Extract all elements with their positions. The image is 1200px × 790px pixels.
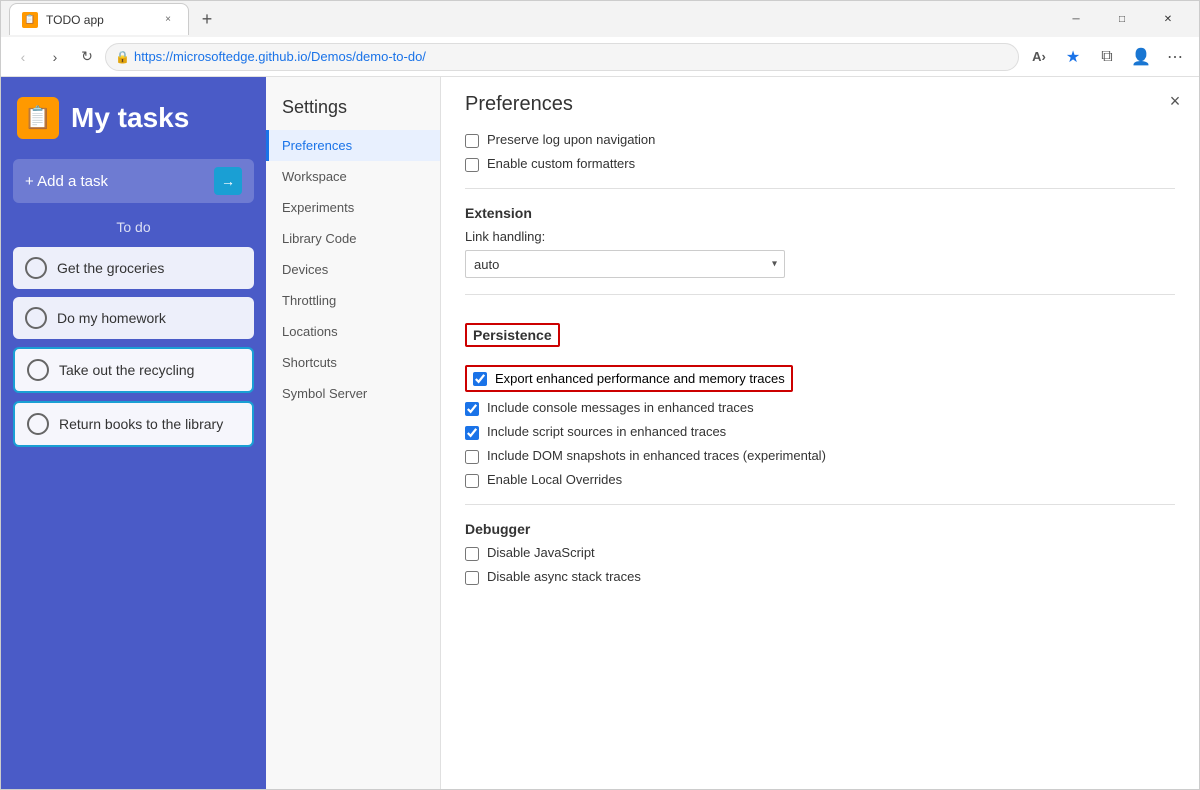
todo-app-icon: 📋 [17, 97, 59, 139]
export-traces-text: Export enhanced performance and memory t… [495, 371, 785, 386]
browser-tab[interactable]: 📋 TODO app × [9, 3, 189, 35]
preserve-log-checkbox[interactable] [465, 134, 479, 148]
settings-sidebar: Settings Preferences Workspace Experimen… [266, 77, 441, 789]
divider-1 [465, 188, 1175, 189]
settings-nav-library-code[interactable]: Library Code [266, 223, 440, 254]
tab-close-button[interactable]: × [160, 12, 176, 28]
link-handling-select-wrapper: auto manual ▾ [465, 250, 785, 278]
profile-button[interactable]: 👤 [1125, 41, 1157, 73]
checkbox-dom-snapshots: Include DOM snapshots in enhanced traces… [465, 448, 1175, 464]
console-messages-checkbox[interactable] [465, 402, 479, 416]
local-overrides-checkbox[interactable] [465, 474, 479, 488]
settings-title: Settings [266, 89, 440, 130]
todo-sidebar: 📋 My tasks + Add a task → To do Get the … [1, 77, 266, 789]
checkbox-disable-async: Disable async stack traces [465, 569, 1175, 585]
settings-nav-locations[interactable]: Locations [266, 316, 440, 347]
toolbar-icons: A› ★ ⧉ 👤 ⋯ [1023, 41, 1191, 73]
todo-section-label: To do [1, 219, 266, 235]
link-handling-label: Link handling: [465, 229, 1175, 244]
dom-snapshots-checkbox[interactable] [465, 450, 479, 464]
browser-window: 📋 TODO app × + ─ □ ✕ ‹ › ↻ 🔒 A› ★ ⧉ 👤 ⋯ [0, 0, 1200, 790]
task-text-3: Take out the recycling [59, 362, 194, 378]
task-text-1: Get the groceries [57, 260, 164, 276]
lock-icon: 🔒 [115, 50, 130, 64]
checkbox-custom-formatters: Enable custom formatters [465, 156, 1175, 172]
settings-nav-devices[interactable]: Devices [266, 254, 440, 285]
address-bar: ‹ › ↻ 🔒 A› ★ ⧉ 👤 ⋯ [1, 37, 1199, 77]
main-area: 📋 My tasks + Add a task → To do Get the … [1, 77, 1199, 789]
task-checkbox-2[interactable] [25, 307, 47, 329]
forward-button[interactable]: › [41, 43, 69, 71]
close-button[interactable]: ✕ [1145, 3, 1191, 35]
devtools-panel: Settings Preferences Workspace Experimen… [266, 77, 1199, 789]
task-text-2: Do my homework [57, 310, 166, 326]
settings-nav-symbol-server[interactable]: Symbol Server [266, 378, 440, 409]
favorites-button[interactable]: ★ [1057, 41, 1089, 73]
preserve-log-label: Preserve log upon navigation [487, 132, 655, 147]
window-controls: ─ □ ✕ [1053, 3, 1191, 35]
custom-formatters-label: Enable custom formatters [487, 156, 635, 171]
task-checkbox-4[interactable] [27, 413, 49, 435]
todo-title: My tasks [71, 102, 189, 134]
more-button[interactable]: ⋯ [1159, 41, 1191, 73]
persistence-heading: Persistence [465, 323, 560, 347]
settings-close-button[interactable]: × [1163, 89, 1187, 113]
task-text-4: Return books to the library [59, 416, 223, 432]
title-bar: 📋 TODO app × + ─ □ ✕ [1, 1, 1199, 37]
custom-formatters-checkbox[interactable] [465, 158, 479, 172]
minimize-button[interactable]: ─ [1053, 3, 1099, 35]
settings-nav-workspace[interactable]: Workspace [266, 161, 440, 192]
collections-button[interactable]: ⧉ [1091, 41, 1123, 73]
local-overrides-label: Enable Local Overrides [487, 472, 622, 487]
disable-js-label: Disable JavaScript [487, 545, 595, 560]
divider-2 [465, 294, 1175, 295]
checkbox-disable-js: Disable JavaScript [465, 545, 1175, 561]
console-messages-label: Include console messages in enhanced tra… [487, 400, 754, 415]
refresh-button[interactable]: ↻ [73, 43, 101, 71]
debugger-heading: Debugger [465, 521, 1175, 537]
checkbox-local-overrides: Enable Local Overrides [465, 472, 1175, 488]
add-task-arrow-icon: → [214, 167, 242, 195]
link-handling-select[interactable]: auto manual [465, 250, 785, 278]
divider-3 [465, 504, 1175, 505]
new-tab-button[interactable]: + [193, 5, 221, 33]
disable-async-checkbox[interactable] [465, 571, 479, 585]
settings-nav-throttling[interactable]: Throttling [266, 285, 440, 316]
address-input[interactable] [105, 43, 1019, 71]
script-sources-checkbox[interactable] [465, 426, 479, 440]
back-button[interactable]: ‹ [9, 43, 37, 71]
checkbox-script-sources: Include script sources in enhanced trace… [465, 424, 1175, 440]
export-traces-checkbox[interactable] [473, 372, 487, 386]
settings-nav-shortcuts[interactable]: Shortcuts [266, 347, 440, 378]
disable-js-checkbox[interactable] [465, 547, 479, 561]
maximize-button[interactable]: □ [1099, 3, 1145, 35]
read-aloud-button[interactable]: A› [1023, 41, 1055, 73]
checkbox-preserve-log: Preserve log upon navigation [465, 132, 1175, 148]
settings-nav-experiments[interactable]: Experiments [266, 192, 440, 223]
persistence-section: Persistence Export enhanced performance … [465, 311, 1175, 488]
task-item[interactable]: Get the groceries [13, 247, 254, 289]
todo-header: 📋 My tasks [1, 77, 266, 159]
add-task-label: + Add a task [25, 173, 206, 190]
dom-snapshots-label: Include DOM snapshots in enhanced traces… [487, 448, 826, 463]
settings-nav-preferences[interactable]: Preferences [266, 130, 440, 161]
settings-content: × Preferences Preserve log upon navigati… [441, 77, 1199, 789]
tab-favicon: 📋 [22, 12, 38, 28]
address-wrapper: 🔒 [105, 43, 1019, 71]
script-sources-label: Include script sources in enhanced trace… [487, 424, 726, 439]
export-traces-label[interactable]: Export enhanced performance and memory t… [465, 365, 793, 392]
task-item-active[interactable]: Return books to the library [13, 401, 254, 447]
task-item[interactable]: Do my homework [13, 297, 254, 339]
task-checkbox-1[interactable] [25, 257, 47, 279]
preferences-title: Preferences [465, 93, 1175, 116]
extension-heading: Extension [465, 205, 1175, 221]
task-item-active[interactable]: Take out the recycling [13, 347, 254, 393]
task-checkbox-3[interactable] [27, 359, 49, 381]
debugger-section: Debugger Disable JavaScript Disable asyn… [465, 521, 1175, 585]
tab-label: TODO app [46, 13, 152, 27]
export-traces-row: Export enhanced performance and memory t… [465, 365, 1175, 392]
add-task-bar[interactable]: + Add a task → [13, 159, 254, 203]
checkbox-console-messages: Include console messages in enhanced tra… [465, 400, 1175, 416]
disable-async-label: Disable async stack traces [487, 569, 641, 584]
